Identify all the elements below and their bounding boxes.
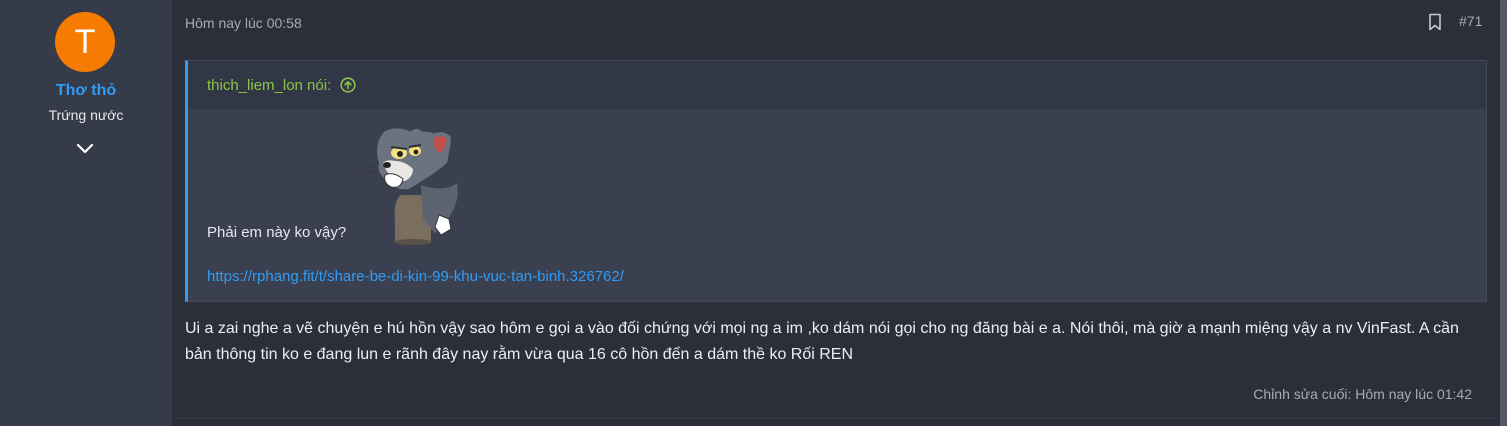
post-main: Hôm nay lúc 00:58 #71 thich_liem_lon nói… [173, 0, 1507, 426]
quote-block: thich_liem_lon nói: Phải em này ko vậy? … [185, 60, 1487, 302]
quote-link[interactable]: https://rphang.fit/t/share-be-di-kin-99-… [207, 268, 624, 285]
quote-text: Phải em này ko vậy? [207, 224, 347, 241]
bookmark-icon[interactable] [1428, 13, 1442, 31]
user-cell: T Thơ thỏ Trứng nước [0, 0, 173, 426]
arrow-up-circle-icon[interactable] [340, 77, 357, 97]
post-message: Ui a zai nghe a vẽ chuyện e hú hồn vậy s… [185, 320, 1459, 363]
post-divider [173, 418, 1507, 419]
post-number[interactable]: #71 [1459, 13, 1482, 29]
last-edited-note[interactable]: Chỉnh sửa cuối: Hôm nay lúc 01:42 [1253, 386, 1472, 402]
quote-header: thich_liem_lon nói: [188, 61, 1486, 109]
quote-author-label: thich_liem_lon nói: [207, 77, 332, 94]
tom-cat-sticker [364, 123, 465, 245]
post-container: T Thơ thỏ Trứng nước Hôm nay lúc 00:58 #… [0, 0, 1507, 426]
chevron-down-icon[interactable] [74, 140, 96, 158]
scrollbar-thumb[interactable] [1500, 0, 1507, 426]
post-timestamp[interactable]: Hôm nay lúc 00:58 [185, 15, 302, 31]
user-title: Trứng nước [48, 107, 124, 123]
quote-author-link[interactable]: thich_liem_lon nói: [207, 77, 357, 97]
avatar[interactable]: T [55, 12, 115, 72]
username-link[interactable]: Thơ thỏ [0, 82, 172, 100]
